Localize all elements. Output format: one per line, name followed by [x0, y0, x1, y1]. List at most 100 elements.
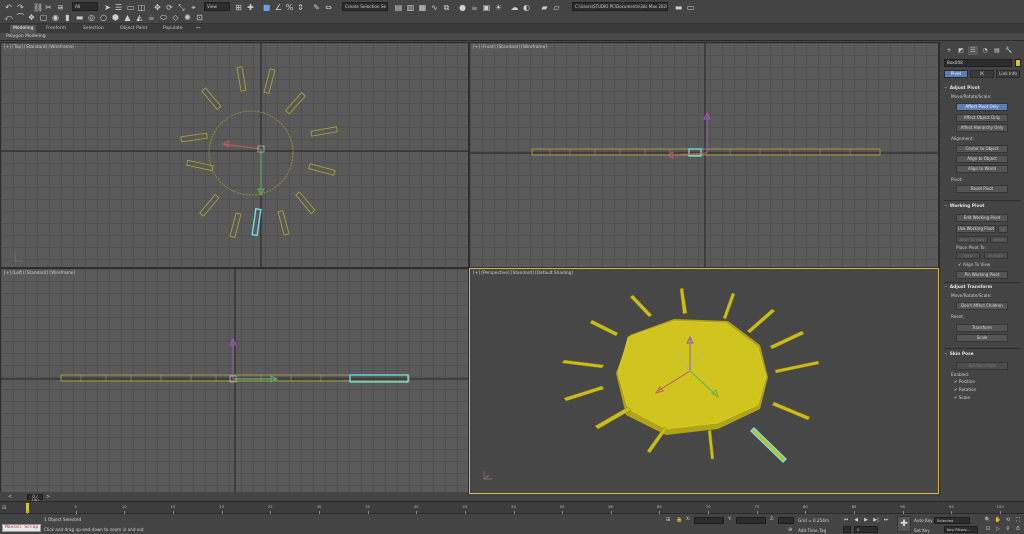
walkthrough-icon[interactable]: ⚲	[1004, 526, 1012, 533]
x-coordinate-field[interactable]	[694, 517, 724, 524]
project-settings-icon[interactable]: ▭	[686, 3, 695, 12]
bind-spacewarp-icon[interactable]: ≋	[56, 3, 65, 12]
mirror-icon[interactable]: ⇔	[324, 3, 333, 12]
schematic-view-icon[interactable]: ⧉	[442, 3, 451, 12]
toggle-ribbon-icon[interactable]: ▦	[418, 3, 427, 12]
track-bar[interactable]: ⊟ 0 5 10 15 20 25 30 35 40 45 50 55 60 65 70 75 80 85 90 95…	[0, 501, 1024, 514]
align-to-object-button[interactable]: Align to Object	[956, 155, 1008, 163]
torus-create-icon[interactable]: ○	[99, 13, 108, 22]
zoom-viewport-icon[interactable]: 🔍	[984, 517, 992, 524]
project-folder-icon[interactable]: ▬	[674, 3, 683, 12]
cylinder-create-icon[interactable]: ▮	[63, 13, 72, 22]
current-frame-field[interactable]: 0	[854, 526, 878, 533]
time-slider-thumb[interactable]: 0 / 100	[27, 494, 43, 503]
rollout-adjust-transform[interactable]: Adjust Transform	[944, 284, 1021, 291]
selection-lock-icon[interactable]: 🔒	[676, 517, 682, 523]
modify-tab-icon[interactable]: ◩	[956, 46, 966, 55]
time-config-icon[interactable]: ⏱	[1014, 526, 1022, 533]
set-key-button[interactable]: Set Key	[914, 528, 930, 533]
pivot-point-center-icon[interactable]: ⊞	[234, 3, 243, 12]
hierarchy-tab-icon[interactable]: ☷	[968, 46, 978, 55]
save-file-icon[interactable]: ▱	[552, 3, 561, 12]
spindle-create-icon[interactable]: ◇	[171, 13, 180, 22]
capsule-create-icon[interactable]: ⬭	[159, 13, 168, 22]
geosphere-create-icon[interactable]: ⬢	[111, 13, 120, 22]
camera-create-icon[interactable]: ⊡	[195, 13, 204, 22]
use-working-pivot-button[interactable]: Use Working Pivot	[956, 225, 996, 233]
subtab-link-info[interactable]: Link Info	[996, 70, 1020, 78]
use-working-pivot-options-button[interactable]: ...	[998, 225, 1008, 233]
maximize-viewport-icon[interactable]: ⛶	[1014, 517, 1022, 524]
plane-create-icon[interactable]: ▬	[75, 13, 84, 22]
auto-key-button[interactable]: Auto Key	[914, 518, 933, 523]
viewport-top[interactable]: [+] [Top] [Standard] [Wireframe]	[0, 42, 469, 268]
align-to-view-checkbox[interactable]: Align To View	[958, 262, 991, 267]
pan-view-icon[interactable]: ✋	[994, 517, 1002, 524]
render-production-icon[interactable]: ☀	[494, 3, 503, 12]
go-to-start-icon[interactable]: ⏮	[842, 517, 850, 524]
z-coordinate-field[interactable]	[778, 517, 794, 524]
time-slider[interactable]	[0, 492, 468, 500]
reset-transform-button[interactable]: Transform	[956, 324, 1008, 332]
light-create-icon[interactable]: ✺	[183, 13, 192, 22]
reset-scale-button[interactable]: Scale	[956, 334, 1008, 342]
motion-tab-icon[interactable]: ◔	[980, 46, 990, 55]
viewport-front[interactable]: [+] [Front] [Standard] [Wireframe]	[469, 42, 939, 268]
scale-checkbox[interactable]: Scale	[954, 395, 970, 400]
snap-toggle-icon[interactable]: ❖	[27, 13, 36, 22]
next-frame-icon[interactable]: ▶|	[872, 517, 880, 524]
teapot-create-icon[interactable]: ☕	[147, 13, 156, 22]
rollout-working-pivot[interactable]: Working Pivot	[944, 203, 1021, 210]
lasso-selection-icon[interactable]: ⌒	[16, 13, 25, 22]
ribbon-tab-object-paint[interactable]: Object Paint	[117, 25, 150, 33]
go-to-end-icon[interactable]: ⏭	[882, 517, 890, 524]
toggle-layer-explorer-icon[interactable]: ▥	[406, 3, 415, 12]
unlink-icon[interactable]: ✂	[44, 3, 53, 12]
edit-named-selections-icon[interactable]: ✎	[312, 3, 321, 12]
selection-filter-dropdown[interactable]: All	[72, 2, 98, 11]
named-selection-sets-dropdown[interactable]: Create Selection Se	[342, 2, 388, 11]
cone-create-icon[interactable]: ◭	[135, 13, 144, 22]
key-filters-button[interactable]: Key Filters...	[944, 526, 978, 533]
select-and-move-icon[interactable]: ✥	[153, 3, 162, 12]
select-manipulate-icon[interactable]: ✚	[246, 3, 255, 12]
orbit-icon[interactable]: ⟲	[1004, 517, 1012, 524]
select-link-icon[interactable]: ⤺	[4, 13, 13, 22]
zoom-extents-icon[interactable]: ⊡	[984, 526, 992, 533]
dont-affect-children-button[interactable]: Don't Affect Children	[956, 302, 1008, 310]
polygon-modeling-label[interactable]: Polygon Modeling	[6, 33, 46, 41]
create-tab-icon[interactable]: +	[944, 46, 954, 55]
field-of-view-icon[interactable]: ▷	[994, 526, 1002, 533]
select-and-place-icon[interactable]: ⌖	[189, 3, 198, 12]
align-to-world-button[interactable]: Align to World	[956, 165, 1008, 173]
rotation-checkbox[interactable]: Rotation	[954, 387, 977, 392]
select-by-name-icon[interactable]: ☰	[114, 3, 123, 12]
ribbon-tab-populate[interactable]: Populate	[160, 25, 186, 33]
viewport-left[interactable]: [+] [Left] [Standard] [Wireframe]	[0, 268, 469, 494]
open-file-icon[interactable]: ▰	[540, 3, 549, 12]
spinner-snap-icon[interactable]: ⇕	[296, 3, 305, 12]
maxscript-listener[interactable]: Maxsel Scrop	[2, 524, 41, 532]
undo-icon[interactable]: ↶	[4, 3, 13, 12]
curve-editor-icon[interactable]: ∿	[430, 3, 439, 12]
ribbon-tab-selection[interactable]: Selection	[80, 25, 107, 33]
position-checkbox[interactable]: Position	[954, 379, 975, 384]
render-setup-icon[interactable]: ☕	[470, 3, 479, 12]
rollout-adjust-pivot[interactable]: Adjust Pivot	[944, 85, 1021, 92]
pyramid-create-icon[interactable]: ▲	[123, 13, 132, 22]
subtab-ik[interactable]: IK	[970, 70, 994, 78]
add-time-tag-button[interactable]: Add Time Tag	[798, 528, 826, 533]
link-icon[interactable]: ⛓	[33, 3, 43, 12]
select-and-scale-icon[interactable]: ⤡	[177, 3, 186, 12]
toggle-scene-explorer-icon[interactable]: ▤	[394, 3, 403, 12]
snaps-toggle-icon[interactable]: ■	[262, 3, 271, 12]
ribbon-tab-modeling[interactable]: Modeling	[10, 25, 37, 33]
viewport-perspective[interactable]: [+] [Perspective] [Standard] [Default Sh…	[469, 268, 939, 494]
tube-create-icon[interactable]: ◎	[87, 13, 96, 22]
rectangular-selection-icon[interactable]: ▭	[126, 3, 135, 12]
display-tab-icon[interactable]: ▤	[992, 46, 1002, 55]
ribbon-tab-freeform[interactable]: Freeform	[43, 25, 69, 33]
select-object-icon[interactable]: ➤	[103, 3, 112, 12]
time-tag-icon[interactable]: ⊕	[788, 527, 792, 533]
time-slider-right-arrow-icon[interactable]: >	[46, 494, 50, 500]
